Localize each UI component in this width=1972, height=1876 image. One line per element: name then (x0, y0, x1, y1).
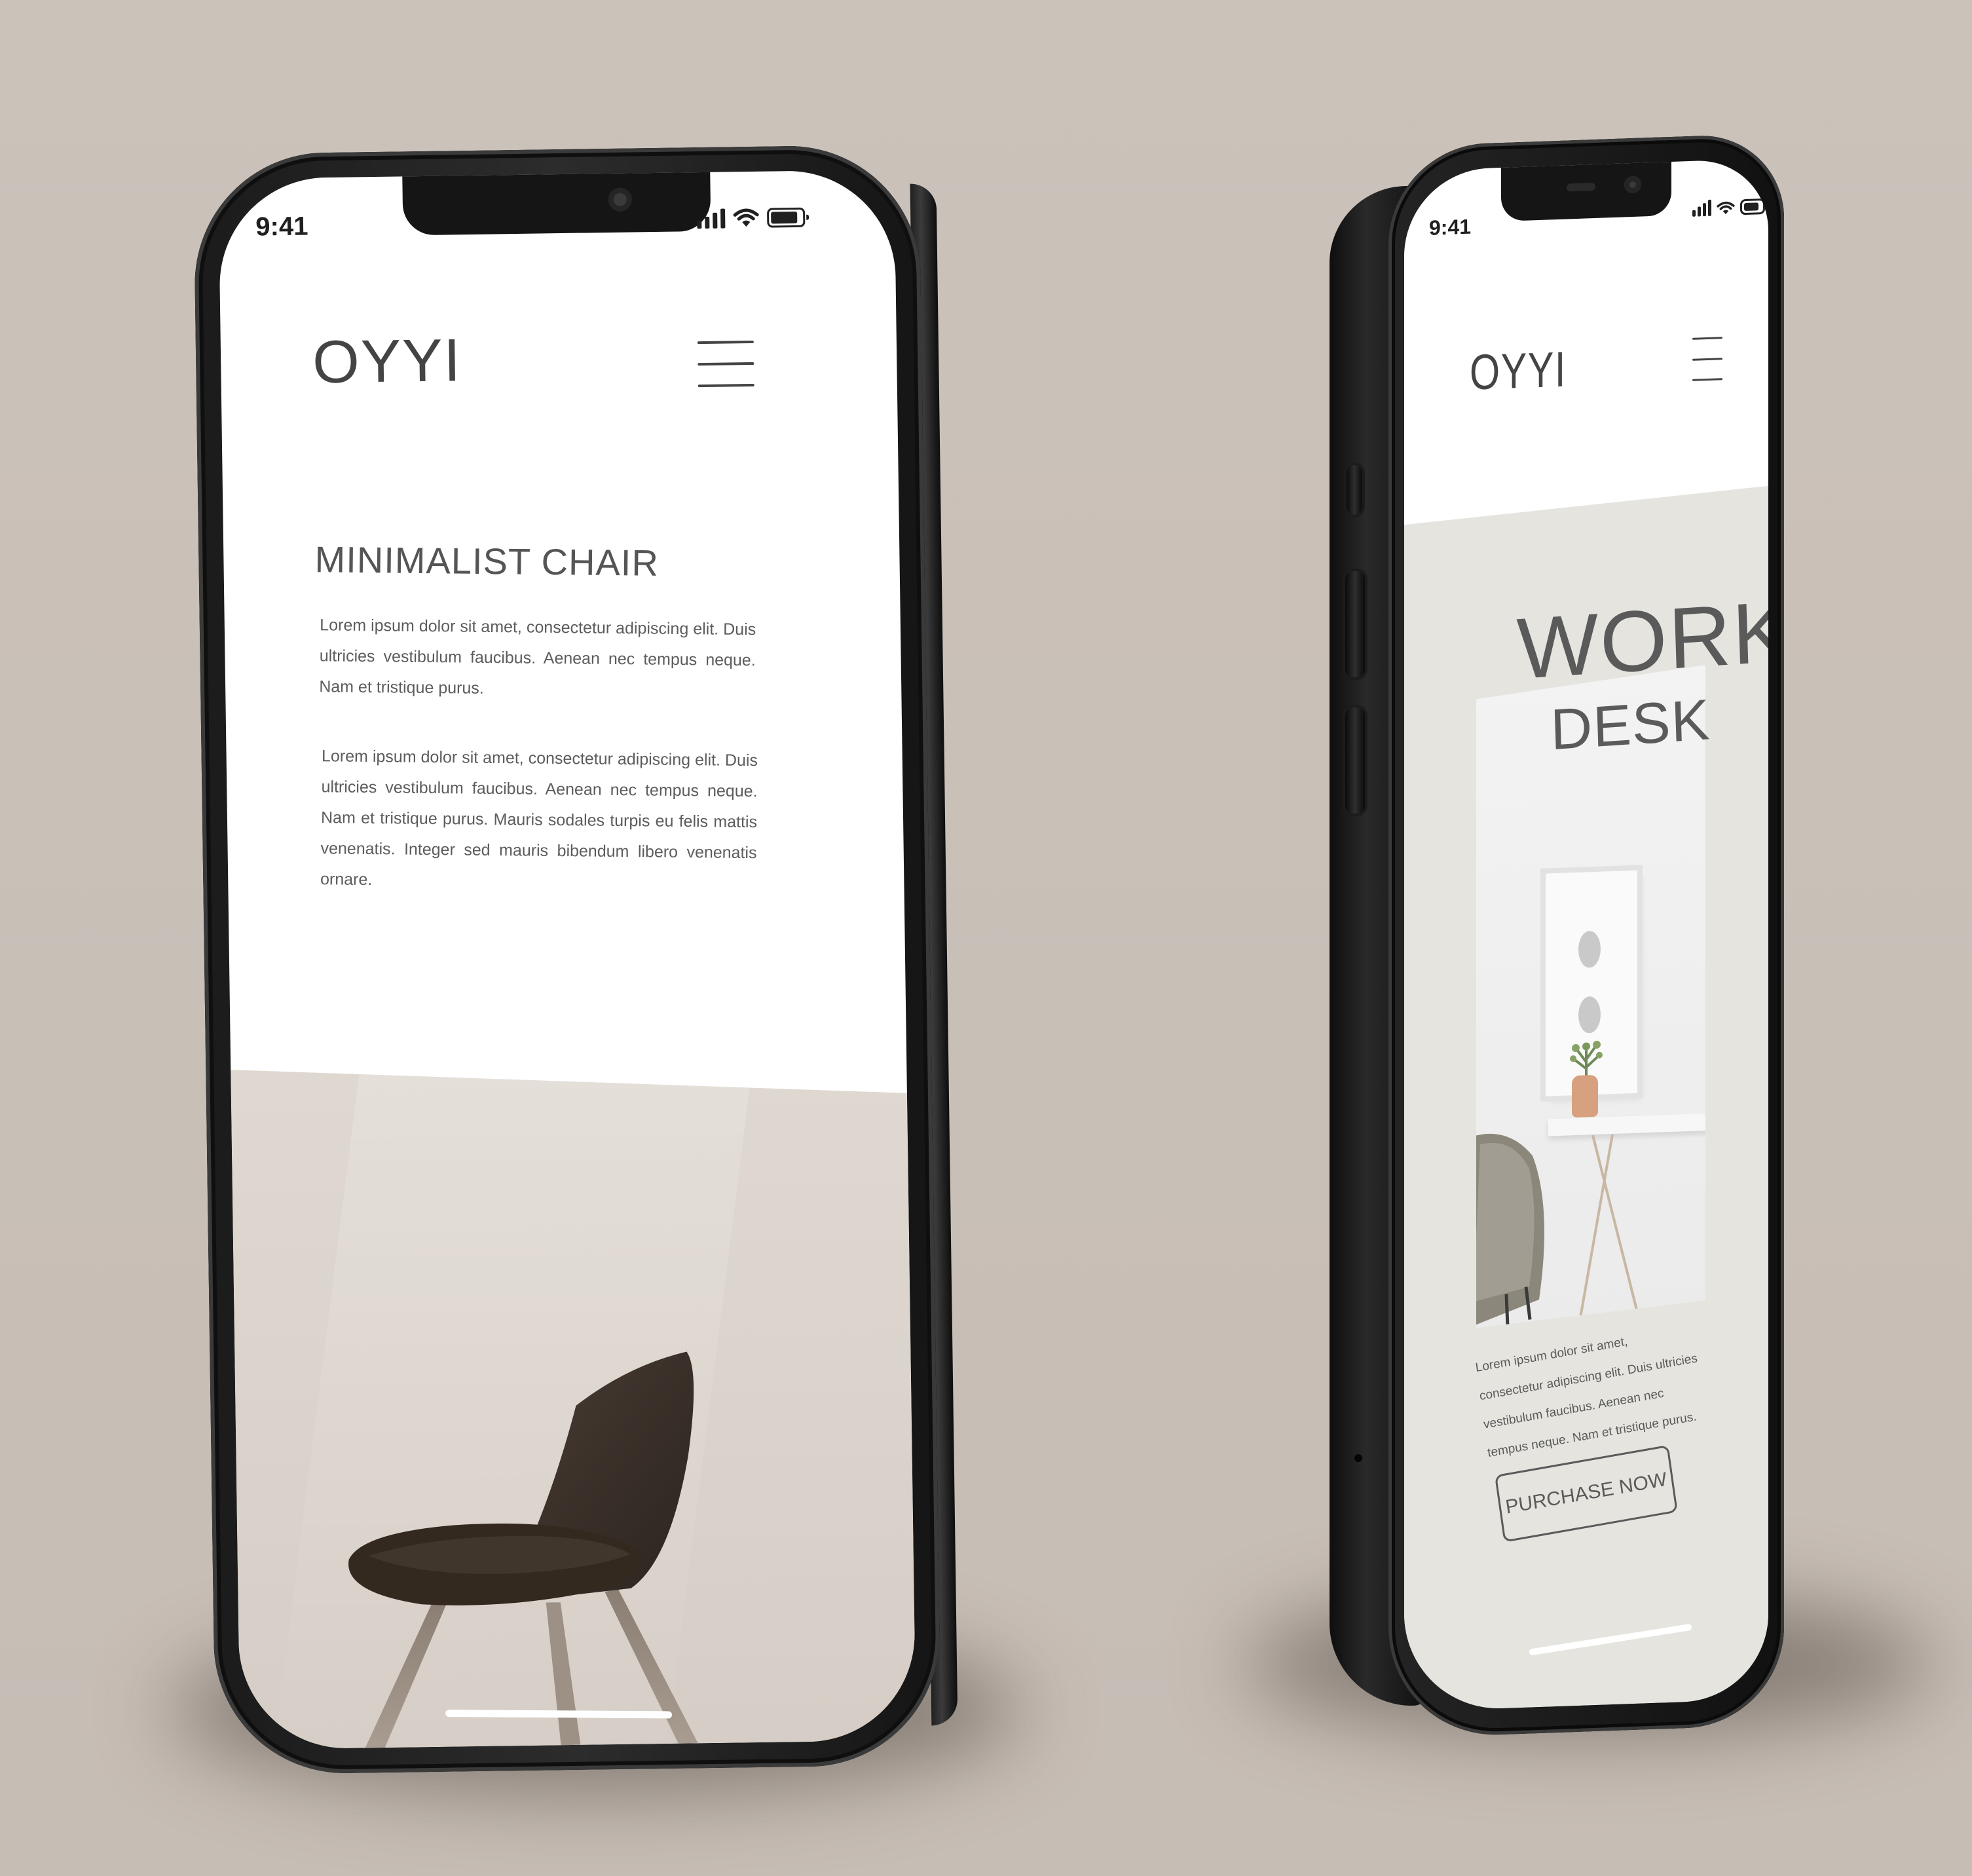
mute-switch[interactable] (1347, 465, 1362, 515)
wifi-icon (733, 208, 759, 227)
headline-desk: DESK (1550, 686, 1711, 762)
battery-icon (767, 207, 806, 228)
phone2-notch (1501, 160, 1671, 221)
signal-icon (1692, 199, 1711, 217)
desk-top (1548, 1114, 1712, 1136)
phone1-notch (402, 170, 711, 236)
chair-illustration (231, 1060, 916, 1750)
menu-icon[interactable] (697, 340, 754, 388)
mockup-stage: 9:41 OYYI MINIMALIST CHAIR Lorem ipsum d… (0, 0, 1972, 1876)
status-time: 9:41 (1429, 214, 1472, 240)
wifi-icon (1717, 201, 1735, 215)
chair-icon (1467, 1129, 1565, 1328)
status-icons (697, 207, 806, 229)
phone1-screen: 9:41 OYYI MINIMALIST CHAIR Lorem ipsum d… (218, 169, 916, 1750)
product-title: MINIMALIST CHAIR (314, 538, 660, 584)
brand-logo[interactable]: OYYI (1470, 341, 1567, 402)
volume-up-button[interactable] (1345, 571, 1365, 677)
chair-hero-image (231, 1060, 916, 1750)
brand-logo[interactable]: OYYI (312, 326, 462, 397)
headline-work: WORK (1516, 582, 1768, 697)
art-circle-bottom (1578, 996, 1601, 1034)
desk-leg (1577, 1135, 1614, 1330)
phone-chair: 9:41 OYYI MINIMALIST CHAIR Lorem ipsum d… (193, 144, 958, 1775)
phone-desk: 9:41 OYYI WORK DESK Lorem ipsum dolor si… (1330, 132, 1784, 1738)
status-icons (1692, 198, 1765, 217)
art-circle-top (1578, 931, 1601, 968)
sim-tray-dot (1354, 1454, 1362, 1462)
phone2-frame: 9:41 OYYI WORK DESK Lorem ipsum dolor si… (1388, 132, 1784, 1738)
product-description-2: Lorem ipsum dolor sit amet, consectetur … (320, 747, 758, 890)
front-camera-icon (608, 187, 633, 212)
status-time: 9:41 (255, 212, 308, 242)
copper-vase (1572, 1075, 1598, 1117)
product-description-1: Lorem ipsum dolor sit amet, consectetur … (319, 616, 756, 698)
battery-icon (1740, 198, 1765, 216)
phone2-screen: 9:41 OYYI WORK DESK Lorem ipsum dolor si… (1404, 158, 1768, 1712)
volume-down-button[interactable] (1345, 707, 1365, 814)
speaker-icon (1567, 182, 1595, 192)
desk-photo (1476, 665, 1705, 1328)
signal-icon (697, 208, 726, 229)
desk-leg (1591, 1135, 1641, 1325)
menu-icon[interactable] (1692, 337, 1722, 381)
front-camera-icon (1624, 176, 1641, 194)
